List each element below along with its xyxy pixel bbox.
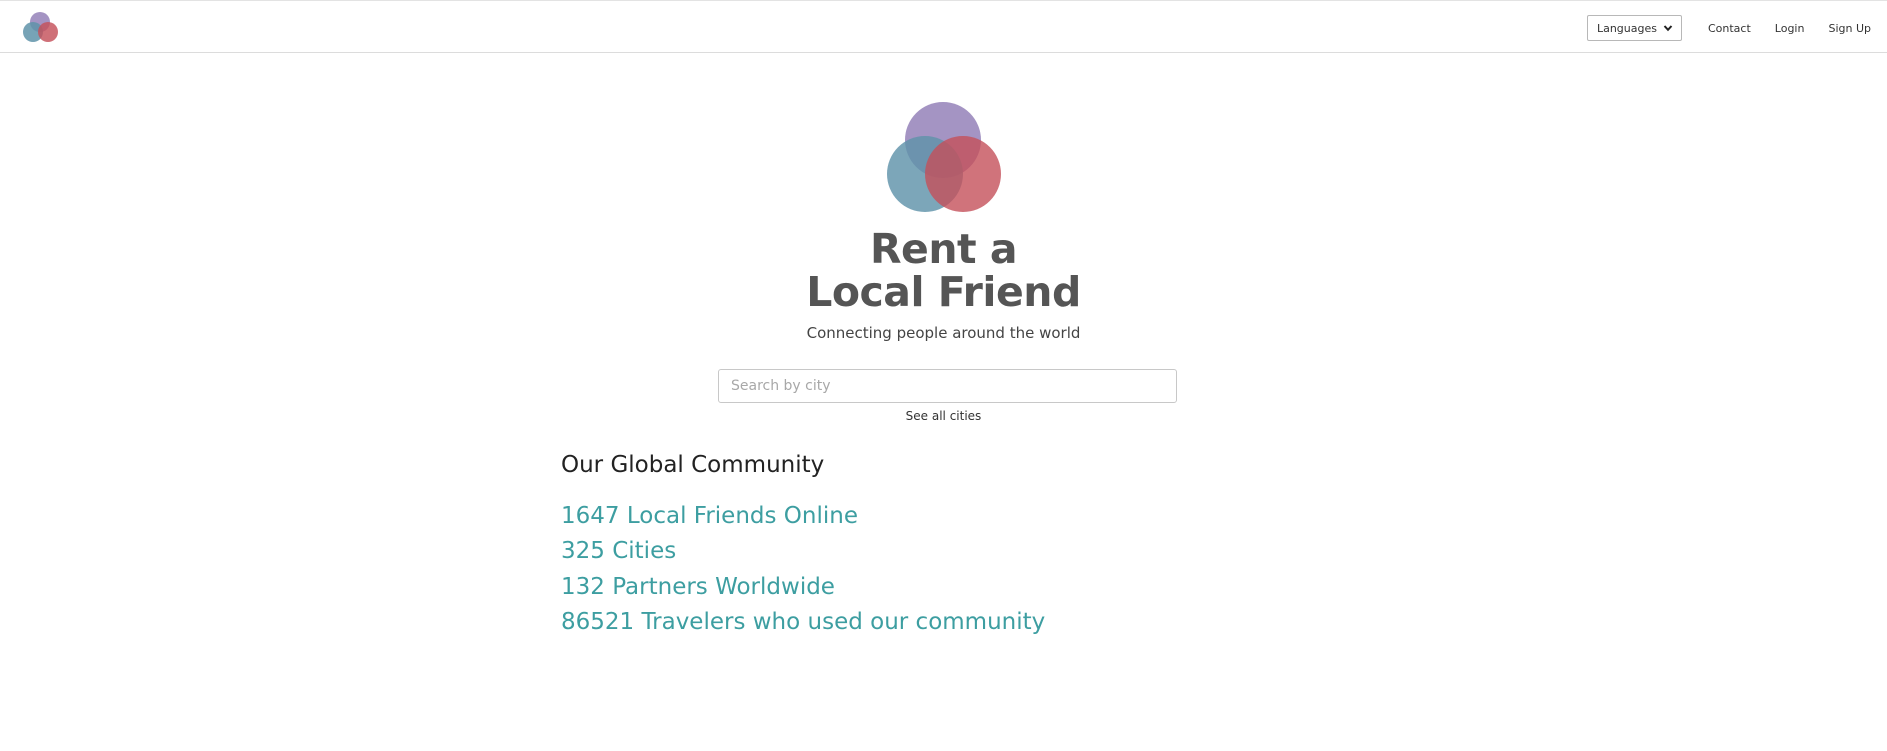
stat-local-friends-online: 1647 Local Friends Online	[561, 503, 858, 529]
nav-menu: Languages Contact Login Sign Up	[1586, 15, 1871, 41]
tagline: Connecting people around the world	[806, 324, 1081, 342]
see-all-cities-link[interactable]: See all cities	[0, 409, 1887, 423]
city-search-input[interactable]	[718, 369, 1177, 403]
site-title-line-1: Rent a	[869, 225, 1018, 273]
stat-travelers: 86521 Travelers who used our community	[561, 608, 1046, 635]
contact-link[interactable]: Contact	[1708, 22, 1751, 35]
languages-label: Languages	[1596, 21, 1657, 35]
community-heading: Our Global Community	[561, 452, 825, 478]
top-navigation-bar: Languages Contact Login Sign Up	[0, 0, 1887, 53]
languages-dropdown[interactable]: Languages	[1586, 15, 1682, 41]
chevron-down-icon	[1663, 25, 1673, 32]
login-link[interactable]: Login	[1775, 22, 1805, 35]
site-title-line-2: Local Friend	[806, 268, 1081, 316]
signup-link[interactable]: Sign Up	[1828, 22, 1871, 35]
logo-icon[interactable]	[22, 10, 60, 44]
hero-logo-icon	[887, 102, 1001, 212]
site-title: Rent a Local Friend	[0, 228, 1887, 314]
stat-cities: 325 Cities	[561, 538, 677, 565]
stat-partners-worldwide: 132 Partners Worldwide	[561, 573, 835, 600]
community-stats-list: 1647 Local Friends Online 325 Cities 132…	[561, 501, 1045, 642]
